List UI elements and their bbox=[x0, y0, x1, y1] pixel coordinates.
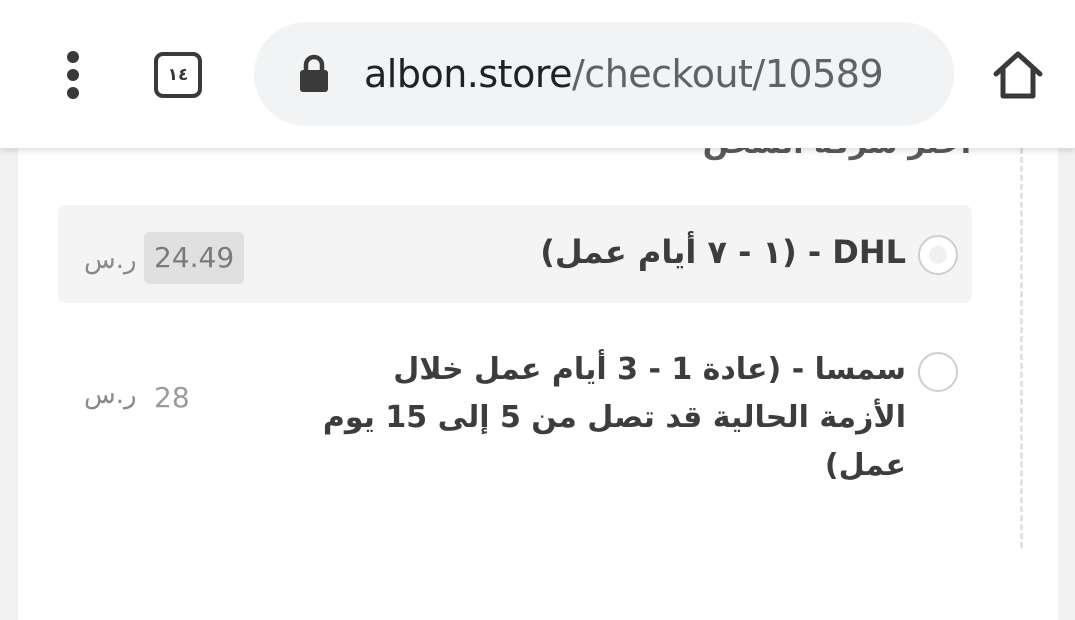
tab-count: ١٤ bbox=[167, 65, 189, 85]
shipping-price: 24.49 bbox=[144, 232, 245, 284]
panel-divider bbox=[1020, 148, 1023, 548]
shipping-price: 28 bbox=[154, 381, 190, 414]
lock-icon[interactable] bbox=[297, 54, 331, 94]
address-bar[interactable]: albon.store/checkout/10589 bbox=[254, 22, 954, 126]
url-text[interactable]: albon.store/checkout/10589 bbox=[364, 22, 924, 126]
radio-selected[interactable] bbox=[918, 235, 958, 275]
url-host: albon.store bbox=[364, 52, 573, 96]
radio-unselected[interactable] bbox=[918, 352, 958, 392]
browser-toolbar: ١٤ albon.store/checkout/10589 bbox=[0, 0, 1075, 148]
tab-switcher-button[interactable]: ١٤ bbox=[154, 52, 202, 98]
radio-dot bbox=[929, 246, 947, 264]
url-fade bbox=[904, 22, 954, 126]
url-path: /checkout/10589 bbox=[572, 52, 884, 96]
home-icon[interactable] bbox=[991, 48, 1045, 102]
currency-label: ر.س bbox=[84, 380, 137, 410]
currency-label: ر.س bbox=[84, 245, 137, 275]
shipping-option-dhl[interactable]: DHL - (١ - ٧ أيام عمل) 24.49 ر.س bbox=[58, 205, 972, 303]
shipping-option-label: DHL - (١ - ٧ أيام عمل) bbox=[540, 233, 906, 271]
shipping-option-smsa[interactable]: سمسا - (عادة 1 - 3 أيام عمل خلال الأزمة … bbox=[58, 330, 972, 483]
more-vert-icon[interactable] bbox=[48, 48, 98, 102]
shipping-option-label: سمسا - (عادة 1 - 3 أيام عمل خلال الأزمة … bbox=[322, 352, 906, 483]
